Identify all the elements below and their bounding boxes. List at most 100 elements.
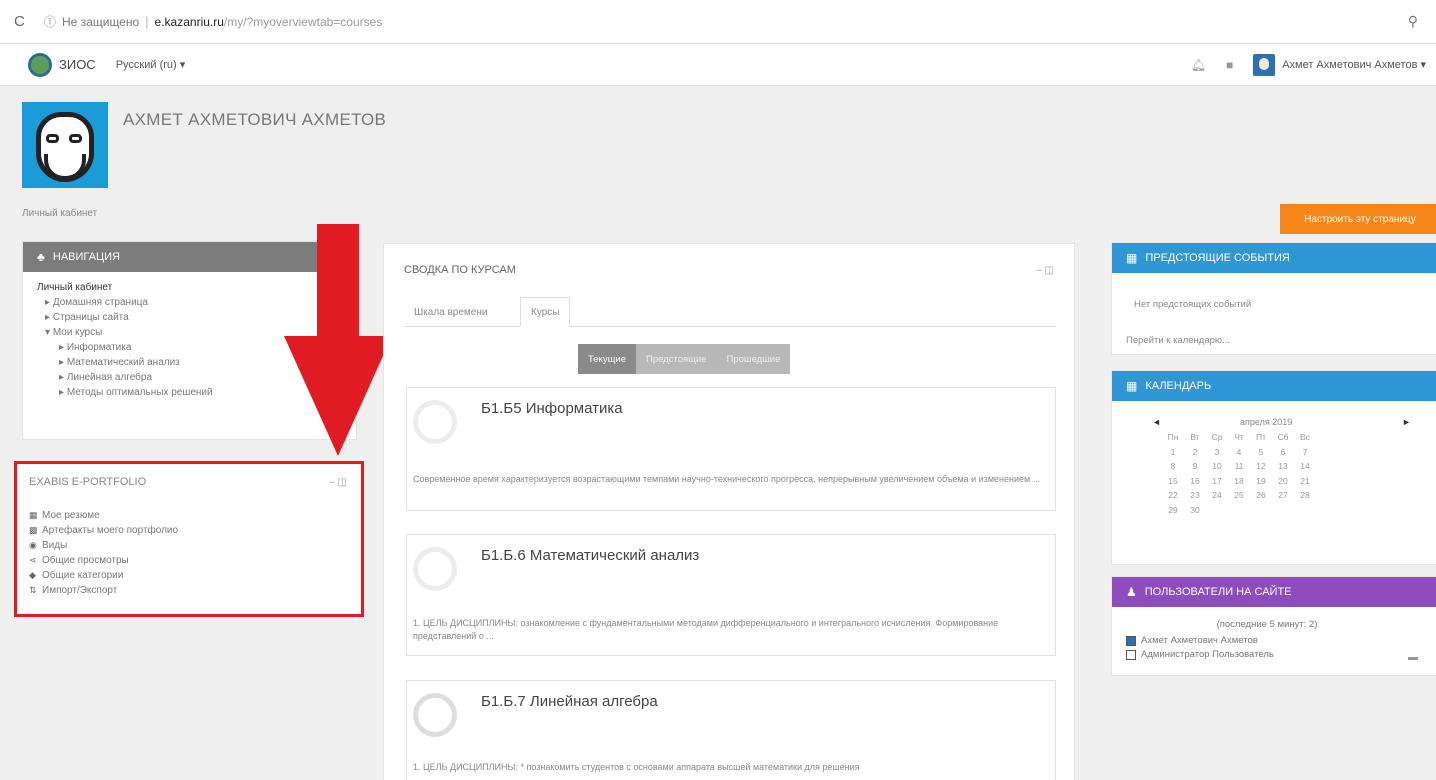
calendar-day[interactable]: 19 [1250, 476, 1272, 491]
calendar-weekday: Пн [1167, 432, 1179, 442]
online-user-item[interactable]: Администратор Пользователь [1126, 649, 1274, 660]
course-card[interactable]: Б1.Б.7 Линейная алгебра 1. ЦЕЛЬ ДИСЦИПЛИ… [406, 680, 1056, 780]
calendar-day[interactable]: 10 [1206, 461, 1228, 476]
user-avatar[interactable] [1253, 53, 1276, 76]
user-avatar [1126, 649, 1136, 660]
calendar-day[interactable]: 5 [1250, 447, 1272, 462]
no-events-text: Нет предстоящих событий [1134, 299, 1252, 310]
breadcrumb[interactable]: Личный кабинет [22, 208, 97, 219]
calendar-month-label[interactable]: апреля 2019 [1240, 417, 1292, 427]
notifications-bell-icon[interactable]: 🔔︎ [1191, 58, 1206, 72]
calendar-day[interactable]: 9 [1184, 461, 1206, 476]
calendar-icon: ▦ [1126, 251, 1138, 265]
calendar-day[interactable]: 1 [1162, 447, 1184, 462]
calendar-day[interactable]: 18 [1228, 476, 1250, 491]
calendar-day[interactable]: 13 [1272, 461, 1294, 476]
tag-icon: ◆ [29, 570, 36, 580]
customize-page-button[interactable]: Настроить эту страницу [1280, 204, 1436, 234]
messages-icon[interactable]: ■ [1226, 58, 1233, 72]
tab-timeline[interactable]: Шкала времени [404, 297, 497, 327]
calendar-day[interactable]: 4 [1228, 447, 1250, 462]
eportfolio-title: EXABIS E-PORTFOLIO [29, 476, 147, 488]
top-navbar: ЗИОС Русский (ru) ▾ 🔔︎ ■ Ахмет Ахметович… [0, 44, 1436, 86]
course-overview-tabs: Шкала времени Курсы [404, 297, 1056, 327]
calendar-day[interactable]: 12 [1250, 461, 1272, 476]
calendar-day[interactable]: 29 [1162, 505, 1184, 520]
filter-past-button[interactable]: Прошедшие [716, 344, 791, 374]
calendar-day[interactable]: 14 [1294, 461, 1316, 476]
filter-upcoming-button[interactable]: Предстоящие [635, 344, 717, 374]
calendar-day[interactable]: 3 [1206, 447, 1228, 462]
online-users-header[interactable]: ♟ ПОЛЬЗОВАТЕЛИ НА САЙТЕ [1112, 577, 1436, 607]
browser-address-bar: C ⓘ Не защищено | e.kazanriu.ru /my/?myo… [0, 0, 1436, 44]
url-domain[interactable]: e.kazanriu.ru [155, 15, 224, 29]
block-controls-icon[interactable]: – ◫ [1036, 265, 1054, 276]
zoom-icon[interactable]: ⚲ [1408, 13, 1418, 30]
course-summary: Современное время характеризуется возрас… [413, 474, 1041, 484]
calendar-weekday: Ср [1211, 432, 1223, 442]
eportfolio-item-resume[interactable]: ▦ Мое резюме [29, 508, 178, 523]
send-message-icon[interactable]: ▬ [1408, 652, 1418, 663]
calendar-day[interactable]: 2 [1184, 447, 1206, 462]
calendar-day[interactable]: 23 [1184, 490, 1206, 505]
online-users-period: (последние 5 минут: 2) [1216, 619, 1318, 630]
site-name[interactable]: ЗИОС [59, 57, 96, 72]
prev-month-icon[interactable]: ◄ [1152, 417, 1161, 427]
language-menu[interactable]: Русский (ru) ▾ [116, 58, 186, 71]
site-logo-icon[interactable] [28, 52, 52, 77]
navigation-title: НАВИГАЦИЯ [52, 251, 120, 263]
online-user-item[interactable]: Ахмет Ахметович Ахметов [1126, 635, 1258, 646]
calendar-day[interactable]: 17 [1206, 476, 1228, 491]
upcoming-events-header[interactable]: ▦ ПРЕДСТОЯЩИЕ СОБЫТИЯ [1112, 243, 1436, 273]
calendar-day[interactable]: 26 [1250, 490, 1272, 505]
course-overview-block: СВОДКА ПО КУРСАМ – ◫ Шкала времени Курсы… [383, 243, 1075, 780]
page-title: АХМЕТ АХМЕТОВИЧ АХМЕТОВ [123, 110, 387, 129]
artifacts-icon: ▩ [29, 525, 38, 535]
calendar-day[interactable]: 7 [1294, 447, 1316, 462]
calendar-day[interactable]: 20 [1272, 476, 1294, 491]
go-to-calendar-link[interactable]: Перейти к календарю... [1126, 335, 1230, 346]
calendar-day[interactable]: 25 [1228, 490, 1250, 505]
block-controls-icon[interactable]: – ◫ [329, 477, 347, 488]
eportfolio-item-artifacts[interactable]: ▩ Артефакты моего портфолио [29, 523, 178, 538]
eportfolio-item-import-export[interactable]: ⇅ Импорт/Экспорт [29, 583, 178, 598]
eportfolio-item-shared-views[interactable]: ⋖ Общие просмотры [29, 553, 178, 568]
calendar-weekday: Сб [1277, 432, 1289, 442]
course-card[interactable]: Б1.Б5 Информатика Современное время хара… [406, 387, 1056, 511]
course-overview-title: СВОДКА ПО КУРСАМ [404, 264, 516, 276]
eportfolio-item-views[interactable]: ◉ Виды [29, 538, 178, 553]
sitemap-icon: ♣ [37, 250, 45, 264]
calendar-day[interactable]: 8 [1162, 461, 1184, 476]
share-icon: ⋖ [29, 555, 37, 565]
course-name[interactable]: Б1.Б.6 Математический анализ [481, 547, 699, 564]
calendar-header[interactable]: ▦ КАЛЕНДАРЬ [1112, 371, 1436, 401]
course-name[interactable]: Б1.Б.7 Линейная алгебра [481, 693, 658, 710]
info-icon[interactable]: ⓘ [44, 13, 56, 30]
next-month-icon[interactable]: ► [1402, 417, 1411, 427]
eportfolio-block: EXABIS E-PORTFOLIO – ◫ ▦ Мое резюме ▩ Арте… [14, 461, 364, 617]
tab-courses[interactable]: Курсы [520, 297, 571, 327]
calendar-icon: ▦ [1126, 379, 1138, 393]
filter-current-button[interactable]: Текущие [578, 344, 636, 374]
calendar-day[interactable]: 24 [1206, 490, 1228, 505]
reload-icon[interactable]: C [14, 13, 36, 30]
calendar-day[interactable]: 6 [1272, 447, 1294, 462]
eportfolio-item-shared-categories[interactable]: ◆ Общие категории [29, 568, 178, 583]
course-card[interactable]: Б1.Б.6 Математический анализ 1. ЦЕЛЬ ДИС… [406, 534, 1056, 656]
calendar-day[interactable]: 21 [1294, 476, 1316, 491]
calendar-day[interactable]: 16 [1184, 476, 1206, 491]
calendar-day[interactable]: 30 [1184, 505, 1206, 520]
course-name[interactable]: Б1.Б5 Информатика [481, 400, 623, 417]
calendar-day[interactable]: 27 [1272, 490, 1294, 505]
calendar-day[interactable]: 15 [1162, 476, 1184, 491]
calendar-day[interactable]: 22 [1162, 490, 1184, 505]
resume-icon: ▦ [29, 510, 38, 520]
calendar-day[interactable]: 28 [1294, 490, 1316, 505]
import-export-icon: ⇅ [29, 585, 37, 595]
user-menu[interactable]: Ахмет Ахметович Ахметов ▾ [1282, 58, 1426, 71]
profile-avatar[interactable] [22, 102, 108, 188]
online-users-title: ПОЛЬЗОВАТЕЛИ НА САЙТЕ [1144, 586, 1292, 598]
calendar-day[interactable]: 11 [1228, 461, 1250, 476]
calendar-weekday: Вс [1300, 432, 1310, 442]
url-path[interactable]: /my/?myoverviewtab=courses [224, 15, 382, 29]
